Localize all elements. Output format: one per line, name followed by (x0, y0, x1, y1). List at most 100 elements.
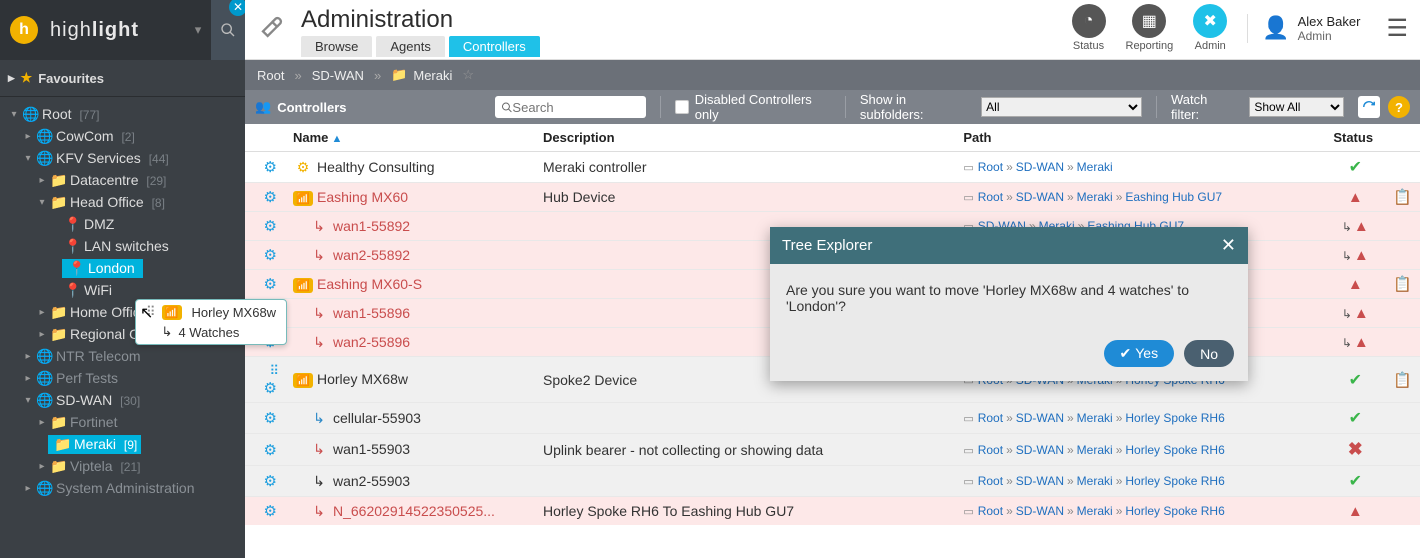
tab-controllers[interactable]: Controllers (449, 36, 540, 57)
disabled-only-toggle[interactable]: Disabled Controllers only (675, 92, 831, 122)
nav-status[interactable]: ◔Status (1072, 4, 1106, 52)
tree-node[interactable]: ▾🌐SD-WAN [30] (0, 389, 245, 411)
expand-icon[interactable]: ▸ (22, 373, 34, 384)
breadcrumb-item[interactable]: SD-WAN (312, 68, 364, 83)
path-link[interactable]: SD-WAN (1016, 190, 1064, 204)
gear-icon[interactable]: ⚙ (264, 276, 277, 293)
path-link[interactable]: Horley Spoke RH6 (1125, 504, 1224, 518)
path-link[interactable]: Horley Spoke RH6 (1125, 411, 1224, 425)
table-row[interactable]: ⚙↳N_66202914522350525...Horley Spoke RH6… (245, 497, 1420, 526)
tree-node[interactable]: 📍DMZ (0, 213, 245, 235)
path-link[interactable]: Meraki (1077, 504, 1113, 518)
expand-icon[interactable]: ▸ (36, 461, 48, 472)
nav-admin[interactable]: ✖Admin (1193, 4, 1227, 52)
path-link[interactable]: Meraki (1077, 474, 1113, 488)
table-row[interactable]: ⚙⚙Healthy ConsultingMeraki controller▭Ro… (245, 152, 1420, 183)
table-row[interactable]: ⚙📶Eashing MX60Hub Device▭Root»SD-WAN»Mer… (245, 183, 1420, 212)
clipboard-icon[interactable]: 📋 (1393, 189, 1412, 206)
breadcrumb-item[interactable]: Meraki (413, 68, 452, 83)
path-link[interactable]: SD-WAN (1016, 160, 1064, 174)
gear-icon[interactable]: ⚙ (264, 473, 277, 490)
col-desc[interactable]: Description (535, 124, 955, 152)
col-path[interactable]: Path (955, 124, 1325, 152)
table-row[interactable]: ⚙↳wan2-55903▭Root»SD-WAN»Meraki»Horley S… (245, 466, 1420, 497)
search-box[interactable] (495, 96, 647, 118)
help-button[interactable]: ? (1388, 96, 1410, 118)
sidebar-collapse-toggle[interactable]: ▾ (185, 0, 211, 60)
tab-browse[interactable]: Browse (301, 36, 372, 57)
gear-icon[interactable]: ⚙ (264, 218, 277, 235)
path-link[interactable]: Horley Spoke RH6 (1125, 443, 1224, 457)
gear-icon[interactable]: ⚙ (264, 189, 277, 206)
tab-agents[interactable]: Agents (376, 36, 444, 57)
user-block[interactable]: 👤Alex BakerAdmin (1247, 14, 1360, 43)
expand-icon[interactable]: ▾ (8, 109, 20, 120)
path-link[interactable]: Root (978, 160, 1003, 174)
path-link[interactable]: SD-WAN (1016, 411, 1064, 425)
path-link[interactable]: Meraki (1077, 190, 1113, 204)
tree-node[interactable]: 📁Meraki [9] (0, 433, 245, 455)
expand-icon[interactable]: ▸ (22, 351, 34, 362)
col-status[interactable]: Status (1325, 124, 1385, 152)
gear-icon[interactable]: ⚙ (264, 410, 277, 427)
expand-icon[interactable]: ▸ (36, 417, 48, 428)
path-link[interactable]: Root (978, 443, 1003, 457)
path-link[interactable]: Horley Spoke RH6 (1125, 474, 1224, 488)
tree-node[interactable]: ▸🌐CowCom [2] (0, 125, 245, 147)
dialog-yes-button[interactable]: ✔Yes (1104, 340, 1175, 367)
gear-icon[interactable]: ⚙ (264, 503, 277, 520)
path-link[interactable]: Root (978, 474, 1003, 488)
gear-icon[interactable]: ⚙ (264, 380, 277, 397)
expand-icon[interactable]: ▾ (22, 153, 34, 164)
favourite-toggle-icon[interactable]: ☆ (462, 67, 474, 83)
tree-node[interactable]: ▸📁Fortinet (0, 411, 245, 433)
table-row[interactable]: ⚙↳cellular-55903▭Root»SD-WAN»Meraki»Horl… (245, 403, 1420, 434)
dialog-no-button[interactable]: No (1184, 340, 1234, 367)
expand-icon[interactable]: ▾ (22, 395, 34, 406)
expand-icon[interactable]: ▾ (36, 197, 48, 208)
watch-filter-select[interactable]: Show All (1249, 97, 1344, 117)
gear-icon[interactable]: ⚙ (264, 442, 277, 459)
tree-node[interactable]: ▾🌐KFV Services [44] (0, 147, 245, 169)
tree-node[interactable]: 📍WiFi (0, 279, 245, 301)
path-link[interactable]: Root (978, 190, 1003, 204)
tree-node[interactable]: ▸🌐NTR Telecom (0, 345, 245, 367)
gear-icon[interactable]: ⚙ (264, 159, 277, 176)
path-link[interactable]: Root (978, 411, 1003, 425)
checkbox-icon[interactable] (675, 100, 688, 114)
breadcrumb-item[interactable]: Root (257, 68, 284, 83)
clipboard-icon[interactable]: 📋 (1393, 372, 1412, 389)
tree-node[interactable]: ▸📁Datacentre [29] (0, 169, 245, 191)
tree-node[interactable]: 📍London (0, 257, 245, 279)
favourites-header[interactable]: ▸ ★ Favourites (8, 70, 245, 86)
path-link[interactable]: Meraki (1077, 443, 1113, 457)
expand-icon[interactable]: ▸ (36, 307, 48, 318)
gear-icon[interactable]: ⚙ (264, 247, 277, 264)
expand-icon[interactable]: ▸ (22, 131, 34, 142)
tree-node[interactable]: ▾🌐Root [77] (0, 103, 245, 125)
clipboard-icon[interactable]: 📋 (1393, 276, 1412, 293)
nav-reporting[interactable]: ▦Reporting (1126, 4, 1174, 52)
tree-node[interactable]: ▾📁Head Office [8] (0, 191, 245, 213)
table-row[interactable]: ⚙↳wan1-55903Uplink bearer - not collecti… (245, 434, 1420, 466)
path-link[interactable]: Eashing Hub GU7 (1125, 190, 1222, 204)
path-link[interactable]: SD-WAN (1016, 443, 1064, 457)
expand-icon[interactable]: ▸ (36, 329, 48, 340)
refresh-button[interactable] (1358, 96, 1380, 118)
dialog-close-button[interactable]: ✕ (1221, 235, 1236, 256)
path-link[interactable]: Meraki (1077, 160, 1113, 174)
tree-node[interactable]: ▸🌐Perf Tests (0, 367, 245, 389)
path-link[interactable]: Meraki (1077, 411, 1113, 425)
tree-node[interactable]: ▸📁Viptela [21] (0, 455, 245, 477)
expand-icon[interactable]: ▸ (22, 483, 34, 494)
tree-node[interactable]: 📍LAN switches (0, 235, 245, 257)
drag-handle-icon[interactable]: ⠿ (269, 363, 277, 379)
menu-button[interactable]: ☰ (1386, 14, 1408, 43)
expand-icon[interactable]: ▸ (36, 175, 48, 186)
path-link[interactable]: SD-WAN (1016, 474, 1064, 488)
search-input[interactable] (512, 100, 640, 115)
tree-node[interactable]: ▸🌐System Administration (0, 477, 245, 499)
subfolders-select[interactable]: All (981, 97, 1142, 117)
path-link[interactable]: Root (978, 504, 1003, 518)
col-name[interactable]: Name (285, 124, 535, 152)
